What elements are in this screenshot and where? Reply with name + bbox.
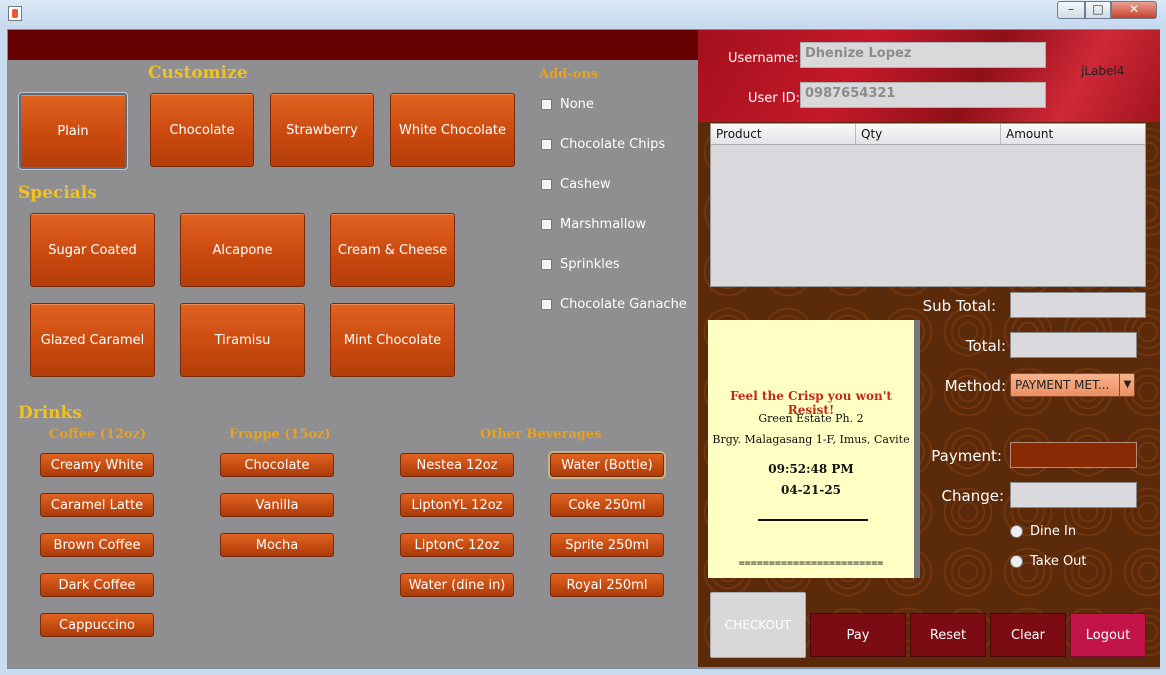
frappe-title: Frappe (15oz)	[229, 427, 331, 442]
cappuccino-button[interactable]: Cappuccino	[40, 613, 154, 637]
table-header: Product Qty Amount	[711, 124, 1145, 145]
lipton-c-button[interactable]: LiptonC 12oz	[400, 533, 514, 557]
checkbox-icon	[541, 259, 552, 270]
change-field[interactable]	[1010, 482, 1137, 508]
checkbox-icon	[541, 219, 552, 230]
checkout-button[interactable]: CHECKOUT	[710, 592, 806, 658]
specials-title: Specials	[18, 183, 97, 203]
strawberry-button[interactable]: Strawberry	[270, 93, 374, 167]
userid-field[interactable]: 0987654321	[800, 82, 1046, 108]
checkbox-label: Cashew	[560, 177, 611, 192]
column-qty[interactable]: Qty	[856, 124, 1001, 144]
java-app-icon	[8, 6, 22, 21]
chocolate-button[interactable]: Chocolate	[150, 93, 254, 167]
caramel-latte-button[interactable]: Caramel Latte	[40, 493, 154, 517]
checkbox-icon	[541, 299, 552, 310]
receipt-divider-line	[758, 519, 868, 521]
username-field[interactable]: Dhenize Lopez	[800, 42, 1046, 68]
water-dine-in-button[interactable]: Water (dine in)	[400, 573, 514, 597]
chevron-down-icon[interactable]: ▼	[1119, 374, 1135, 396]
sugar-coated-button[interactable]: Sugar Coated	[30, 213, 155, 287]
checkbox-label: Marshmallow	[560, 217, 646, 232]
username-label: Username:	[728, 51, 799, 66]
dine-in-radio[interactable]: Dine In	[1010, 524, 1076, 539]
reset-button[interactable]: Reset	[910, 613, 986, 657]
cream-cheese-button[interactable]: Cream & Cheese	[330, 213, 455, 287]
subtotal-field[interactable]	[1010, 292, 1146, 318]
receipt-area: Feel the Crisp you won't Resist! Green E…	[708, 320, 920, 578]
brown-coffee-button[interactable]: Brown Coffee	[40, 533, 154, 557]
checkbox-label: Chocolate Ganache	[560, 297, 687, 312]
window-titlebar	[0, 0, 1166, 28]
userid-label: User ID:	[748, 91, 800, 106]
water-bottle-button[interactable]: Water (Bottle)	[548, 451, 666, 479]
addons-title: Add-ons	[539, 67, 599, 82]
menu-header-band	[8, 30, 698, 60]
dark-coffee-button[interactable]: Dark Coffee	[40, 573, 154, 597]
checkbox-label: Chocolate Chips	[560, 137, 666, 152]
checkbox-label: None	[560, 97, 594, 112]
take-out-radio[interactable]: Take Out	[1010, 554, 1087, 569]
radio-icon	[1010, 555, 1023, 568]
clear-button[interactable]: Clear	[990, 613, 1066, 657]
close-button[interactable]: ✕	[1111, 1, 1157, 19]
checkbox-label: Sprinkles	[560, 257, 620, 272]
column-amount[interactable]: Amount	[1001, 124, 1145, 144]
nestea-button[interactable]: Nestea 12oz	[400, 453, 514, 477]
tiramisu-button[interactable]: Tiramisu	[180, 303, 305, 377]
other-beverages-title: Other Beverages	[480, 427, 602, 442]
dropdown-value: PAYMENT MET...	[1015, 378, 1110, 392]
customize-title: Customize	[148, 63, 248, 83]
alcapone-button[interactable]: Alcapone	[180, 213, 305, 287]
order-table[interactable]: Product Qty Amount	[710, 123, 1146, 287]
coffee-title: Coffee (12oz)	[49, 427, 147, 442]
frappe-chocolate-button[interactable]: Chocolate	[220, 453, 334, 477]
coke-button[interactable]: Coke 250ml	[550, 493, 664, 517]
glazed-caramel-button[interactable]: Glazed Caramel	[30, 303, 155, 377]
addon-chocolate-chips-checkbox[interactable]: Chocolate Chips	[541, 137, 665, 152]
radio-label: Dine In	[1030, 524, 1077, 539]
pay-button[interactable]: Pay	[810, 613, 906, 657]
payment-method-dropdown[interactable]: PAYMENT MET... ▼	[1010, 373, 1135, 397]
addon-sprinkles-checkbox[interactable]: Sprinkles	[541, 257, 620, 272]
creamy-white-button[interactable]: Creamy White	[40, 453, 154, 477]
frappe-mocha-button[interactable]: Mocha	[220, 533, 334, 557]
jlabel4: jLabel4	[1081, 64, 1125, 78]
receipt-address-line2: Brgy. Malagasang 1-F, Imus, Cavite	[712, 433, 910, 446]
receipt-address-line1: Green Estate Ph. 2	[758, 412, 864, 425]
lipton-yl-button[interactable]: LiptonYL 12oz	[400, 493, 514, 517]
addon-cashew-checkbox[interactable]: Cashew	[541, 177, 611, 192]
white-chocolate-button[interactable]: White Chocolate	[390, 93, 515, 167]
radio-label: Take Out	[1030, 554, 1087, 569]
payment-field[interactable]	[1010, 442, 1137, 468]
mint-chocolate-button[interactable]: Mint Chocolate	[330, 303, 455, 377]
receipt-equals-divider: ========================	[738, 558, 884, 569]
frappe-vanilla-button[interactable]: Vanilla	[220, 493, 334, 517]
receipt-time: 09:52:48 PM	[768, 462, 854, 476]
checkbox-icon	[541, 99, 552, 110]
radio-icon	[1010, 525, 1023, 538]
royal-button[interactable]: Royal 250ml	[550, 573, 664, 597]
checkbox-icon	[541, 139, 552, 150]
column-product[interactable]: Product	[711, 124, 856, 144]
addon-none-checkbox[interactable]: None	[541, 97, 594, 112]
minimize-button[interactable]: –	[1057, 1, 1085, 19]
sprite-button[interactable]: Sprite 250ml	[550, 533, 664, 557]
total-field[interactable]	[1010, 332, 1137, 358]
maximize-button[interactable]: □	[1085, 1, 1111, 19]
plain-button[interactable]: Plain	[18, 92, 128, 170]
addon-marshmallow-checkbox[interactable]: Marshmallow	[541, 217, 646, 232]
receipt-date: 04-21-25	[780, 483, 842, 497]
checkbox-icon	[541, 179, 552, 190]
addon-chocolate-ganache-checkbox[interactable]: Chocolate Ganache	[541, 297, 687, 312]
subtotal-label: Sub Total:	[922, 297, 996, 315]
logout-button[interactable]: Logout	[1070, 613, 1146, 657]
drinks-title: Drinks	[18, 403, 82, 423]
